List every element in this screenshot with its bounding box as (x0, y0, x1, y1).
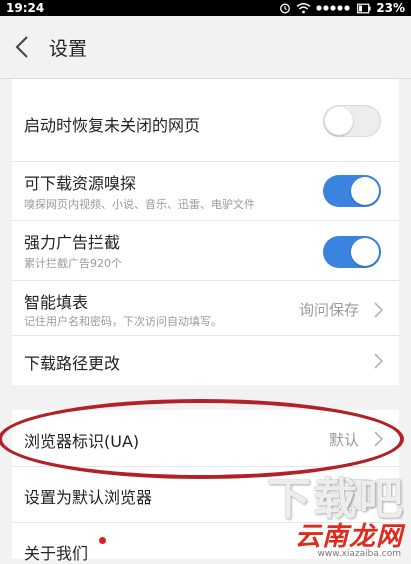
new-badge-dot (99, 537, 106, 544)
status-bar: 19:24 23% (0, 0, 411, 16)
alarm-icon (280, 3, 291, 14)
chevron-right-icon (374, 431, 383, 447)
settings-group-general: 启动时恢复未关闭的网页 可下载资源嗅探 嗅探网页内视频、小说、音乐、迅雷、电驴文… (12, 79, 399, 385)
setting-title: 智能填表 (24, 293, 89, 312)
default-browser-toggle[interactable] (323, 479, 381, 511)
toggle-knob (325, 107, 353, 135)
setting-title: 浏览器标识(UA) (24, 432, 140, 451)
chevron-right-icon (374, 302, 383, 318)
status-time: 19:24 (6, 1, 45, 15)
setting-row-about[interactable]: 关于我们 (12, 523, 399, 563)
setting-row-resource-sniff[interactable]: 可下载资源嗅探 嗅探网页内视频、小说、音乐、迅雷、电驴文件 (12, 162, 399, 221)
setting-title: 下载路径更改 (24, 354, 121, 373)
signal-icon (316, 5, 350, 11)
autofill-value: 询问保存 (298, 301, 359, 319)
ad-block-toggle[interactable] (323, 236, 381, 268)
setting-title: 设置为默认浏览器 (24, 488, 153, 507)
page-title: 设置 (49, 38, 88, 60)
toggle-knob (325, 481, 353, 509)
setting-subtitle: 累计拦截广告920个 (24, 257, 122, 270)
title-bar: 设置 (0, 16, 411, 79)
wifi-icon (296, 3, 311, 14)
setting-title: 可下载资源嗅探 (24, 174, 137, 193)
restore-pages-toggle[interactable] (323, 105, 381, 137)
toggle-knob (351, 238, 379, 266)
user-agent-value: 默认 (328, 431, 359, 449)
back-arrow-icon[interactable] (14, 35, 30, 59)
setting-row-default-browser[interactable]: 设置为默认浏览器 (12, 467, 399, 523)
settings-group-browser: 浏览器标识(UA) 默认 设置为默认浏览器 关于我们 (12, 410, 399, 563)
setting-subtitle: 记住用户名和密码，下次访问自动填写。 (24, 315, 222, 328)
setting-title: 关于我们 (24, 544, 89, 563)
setting-row-ad-block[interactable]: 强力广告拦截 累计拦截广告920个 (12, 221, 399, 281)
setting-subtitle: 嗅探网页内视频、小说、音乐、迅雷、电驴文件 (24, 198, 255, 211)
toggle-knob (351, 177, 379, 205)
battery-icon (357, 3, 371, 13)
chevron-right-icon (374, 353, 383, 369)
setting-row-user-agent[interactable]: 浏览器标识(UA) 默认 (12, 410, 399, 467)
resource-sniff-toggle[interactable] (323, 175, 381, 207)
setting-title: 强力广告拦截 (24, 233, 121, 252)
status-icons: 23% (279, 0, 405, 16)
setting-title: 启动时恢复未关闭的网页 (24, 116, 201, 135)
setting-row-restore-pages[interactable]: 启动时恢复未关闭的网页 (12, 79, 399, 162)
battery-percent: 23% (376, 1, 405, 15)
setting-row-autofill[interactable]: 智能填表 记住用户名和密码，下次访问自动填写。 询问保存 (12, 281, 399, 336)
setting-row-download-path[interactable]: 下载路径更改 (12, 336, 399, 385)
